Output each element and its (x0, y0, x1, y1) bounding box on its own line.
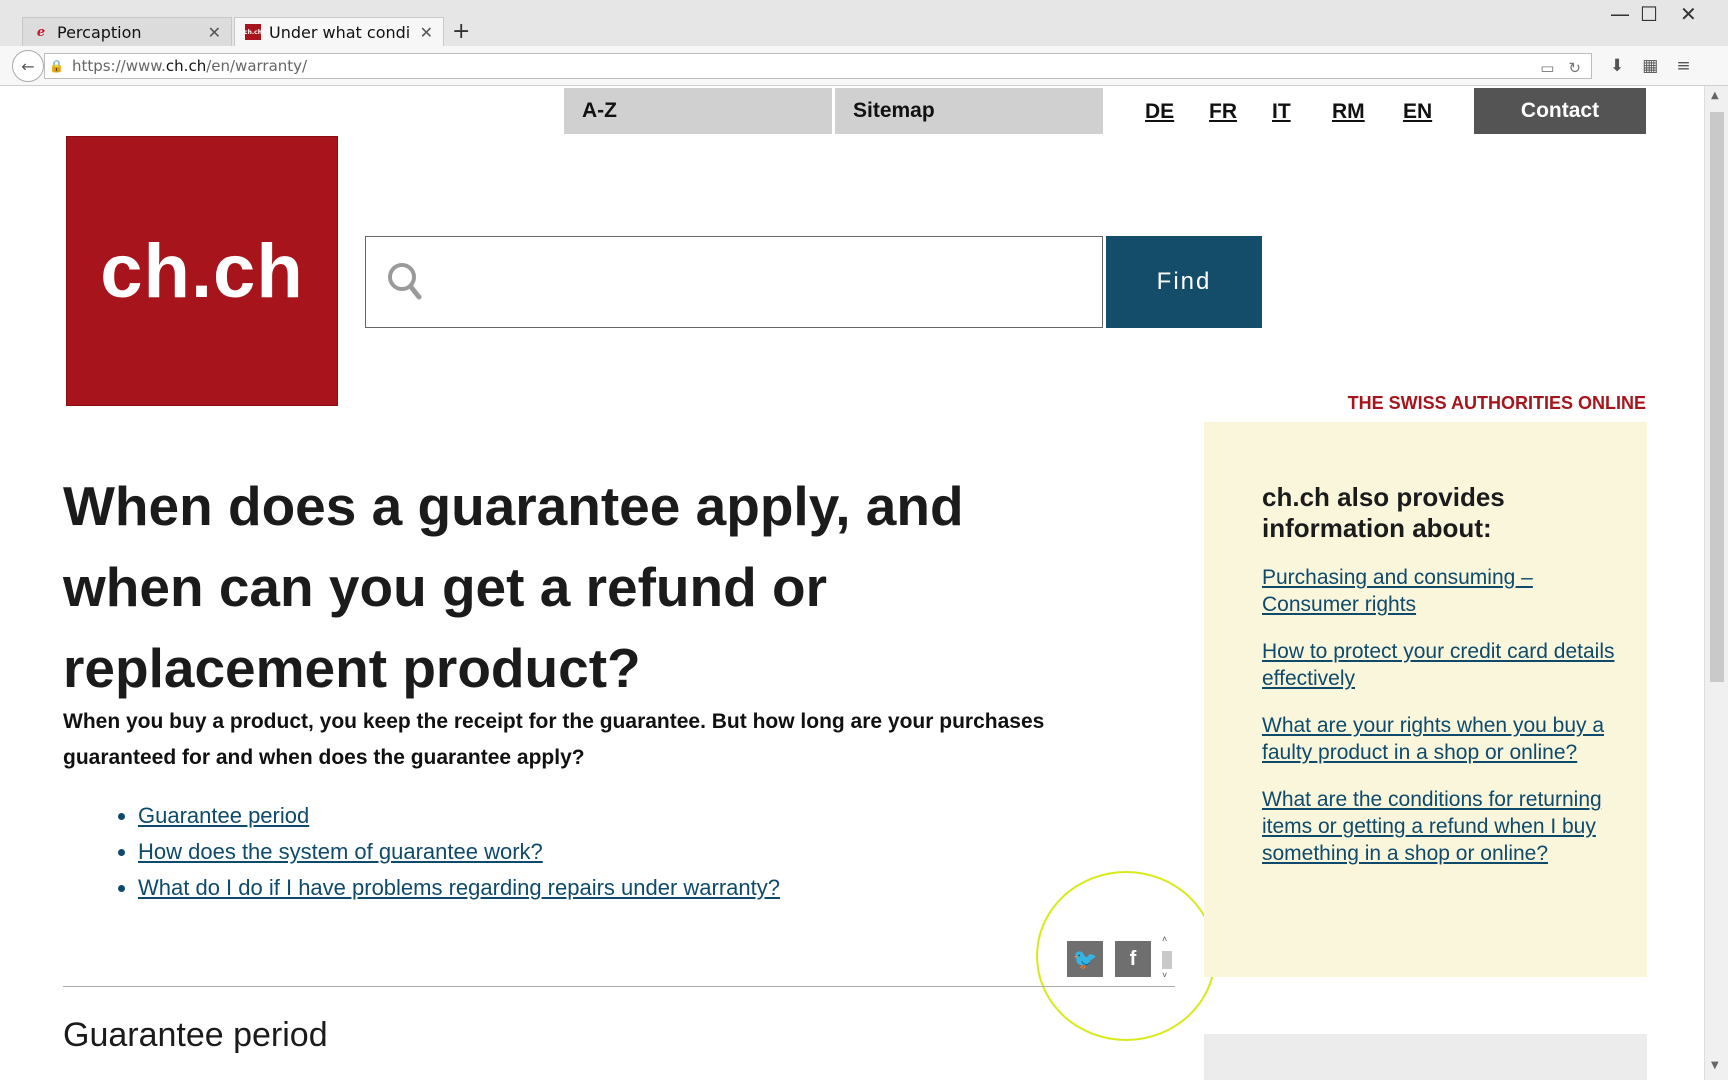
related-links: Purchasing and consuming – Consumer righ… (1262, 564, 1622, 887)
browser-tab-bar: e Percaption ✕ ch.ch Under what condi...… (0, 0, 1728, 46)
related-link-credit-card[interactable]: How to protect your credit card details … (1262, 640, 1615, 690)
related-link-consumer-rights[interactable]: Purchasing and consuming – Consumer righ… (1262, 566, 1533, 616)
list-item: What are your rights when you buy a faul… (1262, 712, 1622, 766)
search-icon (388, 263, 422, 300)
url-prefix: https://www. (71, 57, 166, 75)
chch-icon: ch.ch (244, 24, 262, 40)
reload-icon[interactable]: ↻ (1568, 59, 1581, 77)
site-tagline: THE SWISS AUTHORITIES ONLINE (1347, 393, 1646, 413)
extensions-icon[interactable]: ▦ (1642, 56, 1658, 76)
list-item: What do I do if I have problems regardin… (138, 870, 780, 906)
close-tab-icon[interactable]: ✕ (208, 23, 221, 42)
related-heading: ch.ch also provides information about: (1262, 482, 1505, 543)
search-box[interactable] (365, 236, 1103, 328)
lang-de[interactable]: DE (1145, 100, 1174, 124)
toc-link-guarantee-period[interactable]: Guarantee period (138, 803, 309, 828)
tab-percaption[interactable]: e Percaption ✕ (22, 17, 232, 46)
reader-view-icon[interactable]: ▭ (1540, 59, 1554, 77)
close-tab-icon[interactable]: ✕ (420, 23, 433, 42)
toc-link-system[interactable]: How does the system of guarantee work? (138, 839, 543, 864)
related-link-faulty-product[interactable]: What are your rights when you buy a faul… (1262, 714, 1604, 764)
minimize-icon[interactable]: — (1610, 2, 1630, 26)
download-icon[interactable]: ⬇ (1610, 56, 1624, 76)
lang-rm[interactable]: RM (1332, 100, 1365, 124)
related-info-box: ch.ch also provides information about: P… (1204, 422, 1647, 977)
url-domain: ch.ch (165, 57, 207, 75)
scroll-thumb[interactable] (1710, 112, 1724, 682)
section-title: Guarantee period (63, 1016, 328, 1054)
sitemap-button[interactable]: Sitemap (835, 88, 1103, 134)
related-link-returns[interactable]: What are the conditions for returning it… (1262, 788, 1602, 865)
close-window-icon[interactable]: ✕ (1680, 2, 1697, 26)
maximize-icon[interactable]: ☐ (1640, 2, 1658, 26)
address-bar[interactable]: 🔒 https://www. ch.ch/en/warranty/ ▭ ↻ (44, 53, 1592, 79)
list-item: How does the system of guarantee work? (138, 834, 780, 870)
lang-it[interactable]: IT (1272, 100, 1291, 124)
lang-en[interactable]: EN (1403, 100, 1432, 124)
tab-title: Percaption (57, 22, 142, 42)
secondary-info-box (1204, 1034, 1647, 1080)
cursor-highlight (1036, 871, 1216, 1041)
tab-title: Under what condi... (269, 22, 412, 42)
tab-warranty[interactable]: ch.ch Under what condi... ✕ (234, 17, 444, 46)
search-input[interactable] (436, 237, 1096, 327)
lang-fr[interactable]: FR (1209, 100, 1237, 124)
list-item: Guarantee period (138, 798, 780, 834)
table-of-contents: Guarantee period How does the system of … (138, 798, 780, 906)
page-title: When does a guarantee apply, and when ca… (63, 475, 964, 699)
divider (63, 986, 1175, 987)
url-path: /en/warranty/ (206, 57, 308, 75)
list-item: How to protect your credit card details … (1262, 638, 1622, 692)
percaption-icon: e (36, 24, 46, 40)
back-arrow-icon: ← (21, 56, 35, 76)
contact-button[interactable]: Contact (1474, 88, 1646, 134)
toc-link-problems[interactable]: What do I do if I have problems regardin… (138, 875, 780, 900)
find-button[interactable]: Find (1106, 236, 1262, 328)
article-intro: When you buy a product, you keep the rec… (63, 710, 1045, 769)
new-tab-button[interactable]: + (452, 19, 470, 44)
back-button[interactable]: ← (12, 50, 44, 82)
chch-logo[interactable]: ch.ch (66, 136, 338, 406)
scroll-down-icon[interactable]: ▼ (1711, 1060, 1719, 1071)
list-item: What are the conditions for returning it… (1262, 786, 1622, 867)
web-page: A-Z Sitemap DE FR IT RM EN Contact ch.ch… (6, 86, 1704, 1080)
az-button[interactable]: A-Z (564, 88, 832, 134)
list-item: Purchasing and consuming – Consumer righ… (1262, 564, 1622, 618)
lock-icon: 🔒 (49, 59, 64, 73)
scroll-up-icon[interactable]: ▲ (1711, 90, 1719, 101)
browser-navigation-bar: 🔒 https://www. ch.ch/en/warranty/ ▭ ↻ ← ⬇… (0, 46, 1728, 86)
menu-icon[interactable]: ≡ (1676, 56, 1690, 76)
page-scrollbar[interactable]: ▲ ▼ (1704, 86, 1728, 1080)
